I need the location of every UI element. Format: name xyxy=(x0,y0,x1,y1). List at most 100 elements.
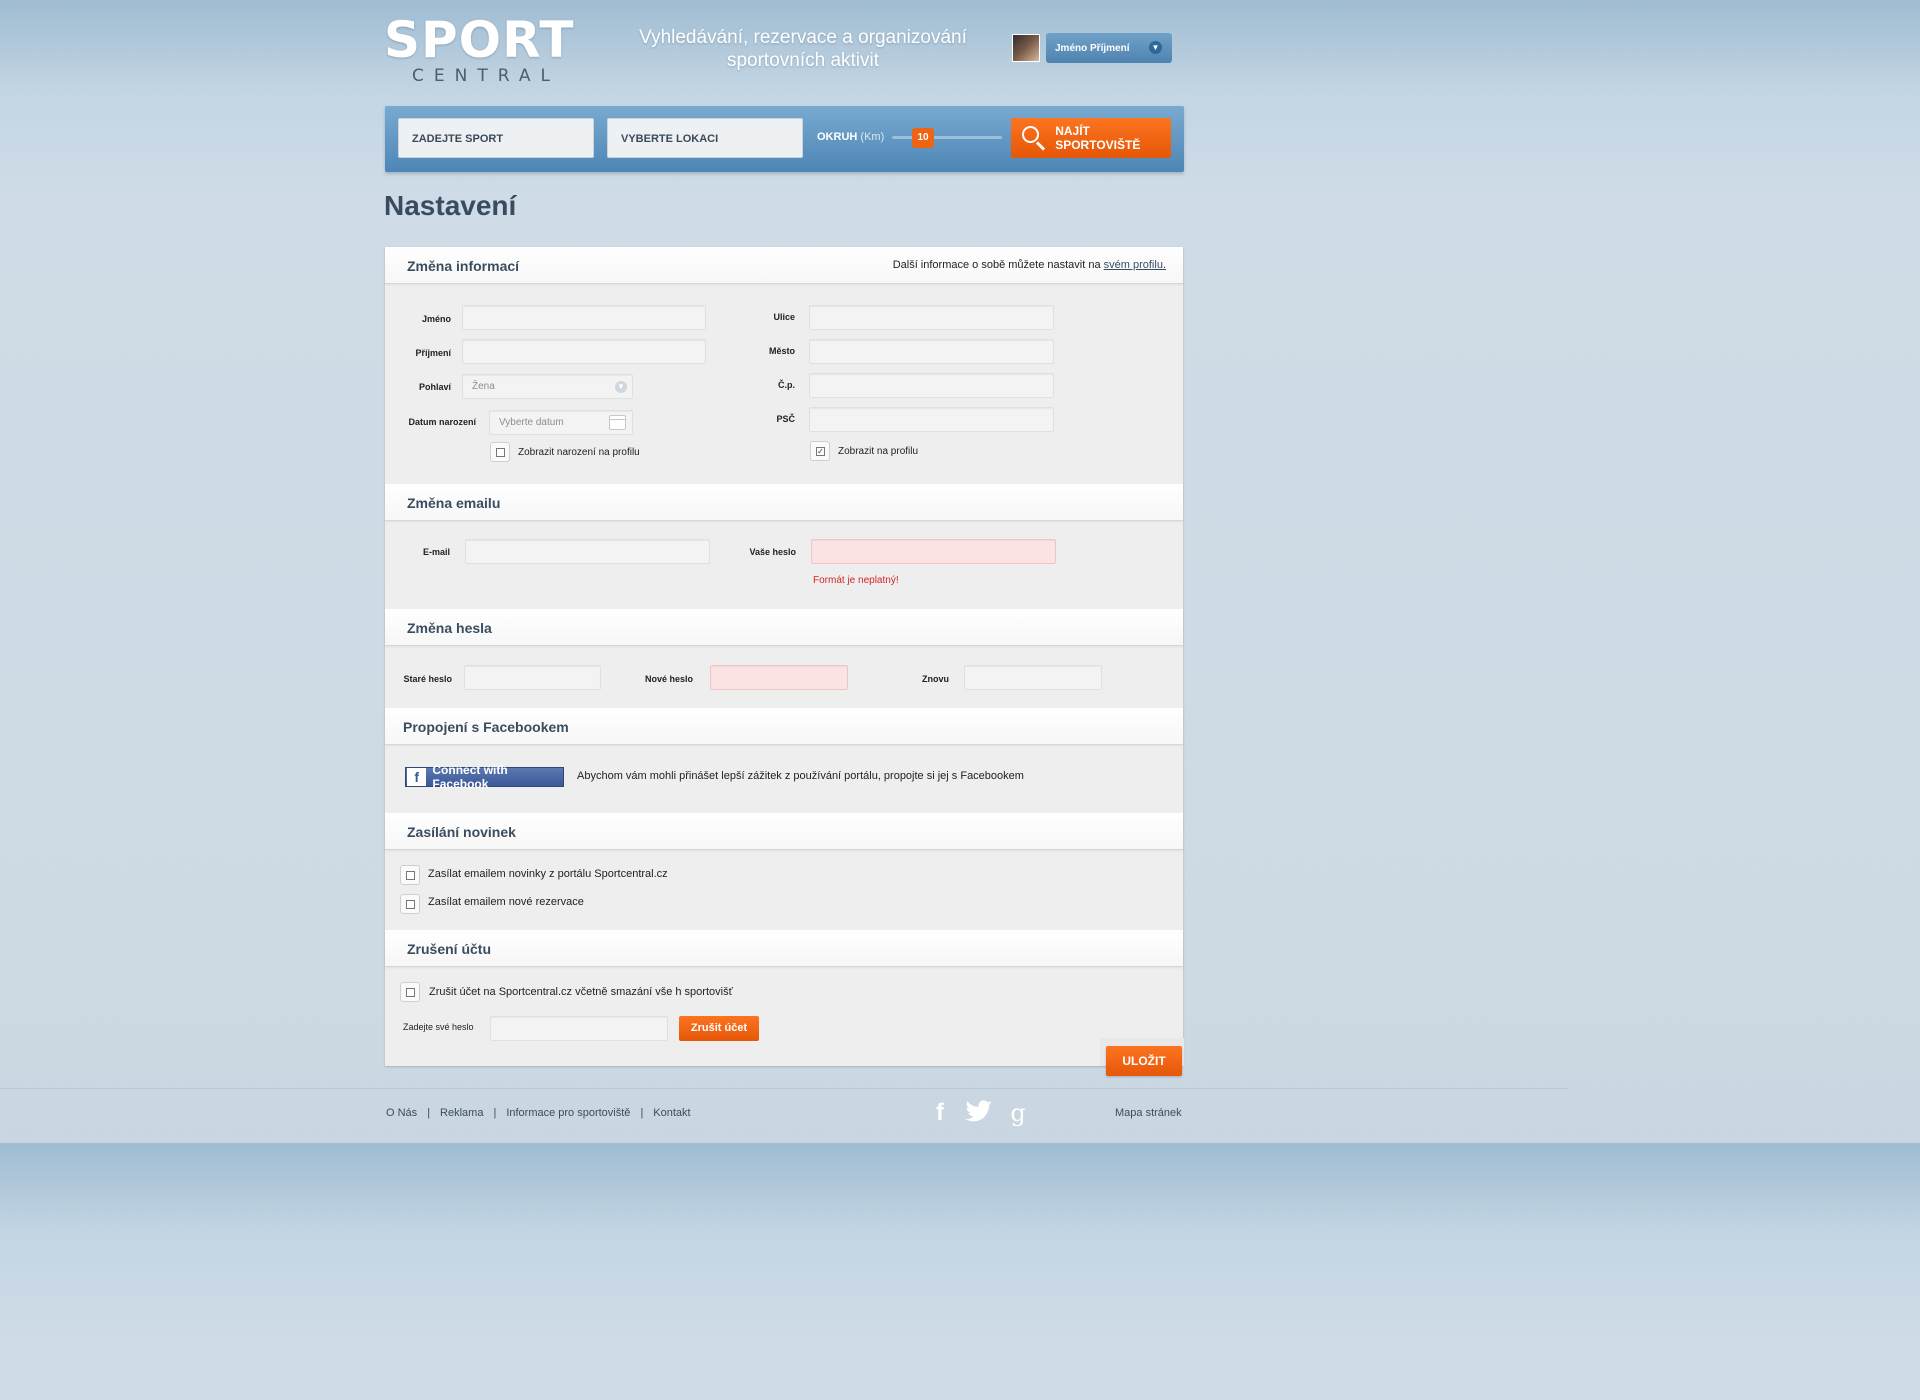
find-venue-button[interactable]: NAJÍT SPORTOVIŠTĚ xyxy=(1011,118,1171,158)
checkbox-box xyxy=(406,871,415,880)
radius-label: OKRUH (Km) xyxy=(817,131,884,143)
facebook-icon: f xyxy=(407,768,427,786)
repeat-password-label: Znovu xyxy=(922,674,949,684)
email-password-label: Vaše heslo xyxy=(749,547,796,557)
page-title: Nastavení xyxy=(384,190,517,221)
section-password-title: Změna hesla xyxy=(407,620,492,636)
find-venue-label: NAJÍT SPORTOVIŠTĚ xyxy=(1055,124,1141,152)
reservations-label: Zasílat emailem nové rezervace xyxy=(428,896,584,908)
new-password-label: Nové heslo xyxy=(644,674,693,684)
zip-field[interactable] xyxy=(809,407,1054,432)
twitter-icon[interactable] xyxy=(963,1100,995,1126)
gender-select[interactable]: Žena ▼ xyxy=(462,374,633,399)
profile-note-text: Další informace o sobě můžete nastavit n… xyxy=(892,259,1101,271)
section-password-header: Změna hesla xyxy=(385,609,1183,646)
footer-separator: | xyxy=(640,1107,644,1119)
section-info-title: Změna informací xyxy=(407,258,520,274)
street-label: Ulice xyxy=(773,312,795,322)
sport-input[interactable]: ZADEJTE SPORT xyxy=(398,118,594,158)
profile-link[interactable]: svém profilu. xyxy=(1104,259,1166,271)
cancel-account-button[interactable]: Zrušit účet xyxy=(679,1016,759,1041)
cancel-account-label: Zrušit účet na Sportcentral.cz včetně sm… xyxy=(429,986,733,998)
section-cancel-title: Zrušení účtu xyxy=(407,941,492,957)
checkbox-box xyxy=(406,900,415,909)
birth-date-label: Datum narození xyxy=(408,417,476,427)
show-profile-checkbox[interactable]: ✓ xyxy=(810,441,830,461)
logo[interactable]: SPORT CENTRAL xyxy=(384,14,574,90)
birth-date-field[interactable]: Vyberte datum xyxy=(489,410,633,435)
footer-divider xyxy=(0,1088,1568,1089)
section-newsletter-title: Zasílání novinek xyxy=(407,824,516,840)
footer-link-contact[interactable]: Kontakt xyxy=(653,1107,690,1119)
tagline: Vyhledávání, rezervace a organizování sp… xyxy=(639,27,967,71)
search-bar: ZADEJTE SPORT VYBERTE LOKACI OKRUH (Km) … xyxy=(385,106,1184,172)
facebook-connect-button[interactable]: f Connect with Facebook xyxy=(405,763,564,791)
search-icon xyxy=(1019,123,1047,153)
footer-separator: | xyxy=(427,1107,431,1119)
city-field[interactable] xyxy=(809,339,1054,364)
email-label: E-mail xyxy=(422,547,450,557)
chevron-down-icon: ▼ xyxy=(615,381,627,393)
section-email-title: Změna emailu xyxy=(407,495,501,511)
section-info-header: Změna informací Další informace o sobě m… xyxy=(385,247,1183,284)
old-password-field[interactable] xyxy=(464,665,601,690)
email-password-field[interactable] xyxy=(811,539,1056,564)
check-icon: ✓ xyxy=(816,447,825,456)
email-field[interactable] xyxy=(465,539,710,564)
birth-date-placeholder: Vyberte datum xyxy=(499,417,564,428)
cancel-password-label: Zadejte své heslo xyxy=(403,1022,474,1032)
radius-unit: (Km) xyxy=(860,131,885,143)
newsletter-checkbox[interactable] xyxy=(400,865,420,885)
house-number-label: Č.p. xyxy=(778,380,795,390)
section-facebook-title: Propojení s Facebookem xyxy=(403,719,569,735)
repeat-password-field[interactable] xyxy=(964,665,1102,690)
email-error-message: Formát je neplatný! xyxy=(813,575,899,586)
radius-slider-track[interactable] xyxy=(892,136,1002,139)
cancel-password-field[interactable] xyxy=(490,1016,668,1041)
user-menu[interactable]: Jméno Příjmení ▼ xyxy=(1012,33,1172,63)
first-name-field[interactable] xyxy=(462,305,706,330)
section-newsletter-header: Zasílání novinek xyxy=(385,813,1183,850)
profile-note: Další informace o sobě můžete nastavit n… xyxy=(893,259,1166,271)
new-password-field[interactable] xyxy=(710,665,848,690)
save-button[interactable]: ULOŽIT xyxy=(1106,1046,1182,1076)
section-cancel-header: Zrušení účtu xyxy=(385,930,1183,967)
old-password-label: Staré heslo xyxy=(403,674,452,684)
footer-link-about[interactable]: O Nás xyxy=(386,1107,417,1119)
sitemap-link[interactable]: Mapa stránek xyxy=(1115,1107,1182,1119)
checkbox-box xyxy=(406,988,415,997)
first-name-label: Jméno xyxy=(421,314,451,324)
footer-link-ads[interactable]: Reklama xyxy=(440,1107,483,1119)
section-facebook-header: Propojení s Facebookem xyxy=(385,708,1183,745)
last-name-label: Příjmení xyxy=(415,348,451,358)
user-menu-button[interactable]: Jméno Příjmení ▼ xyxy=(1046,33,1172,63)
section-email-header: Změna emailu xyxy=(385,484,1183,521)
facebook-description: Abychom vám mohli přinášet lepší zážitek… xyxy=(577,770,1024,782)
avatar[interactable] xyxy=(1012,34,1040,62)
gender-value: Žena xyxy=(472,381,495,392)
reservations-checkbox[interactable] xyxy=(400,894,420,914)
calendar-icon[interactable] xyxy=(609,415,626,430)
logo-sub-text: CENTRAL xyxy=(412,66,560,86)
facebook-connect-label: Connect with Facebook xyxy=(432,763,508,791)
radius-slider-handle[interactable]: 10 xyxy=(912,128,934,148)
radius-label-text: OKRUH xyxy=(817,131,858,143)
settings-panel: Změna informací Další informace o sobě m… xyxy=(385,247,1183,1066)
show-birth-checkbox[interactable] xyxy=(490,442,510,462)
cancel-account-checkbox[interactable] xyxy=(400,982,420,1002)
location-input[interactable]: VYBERTE LOKACI xyxy=(607,118,803,158)
chevron-down-icon: ▼ xyxy=(1149,41,1162,54)
footer-separator: | xyxy=(493,1107,497,1119)
house-number-field[interactable] xyxy=(809,373,1054,398)
footer-link-venues[interactable]: Informace pro sportoviště xyxy=(506,1107,630,1119)
footer-links: O Nás | Reklama | Informace pro sportovi… xyxy=(386,1107,691,1119)
logo-main-text: SPORT xyxy=(384,11,575,69)
last-name-field[interactable] xyxy=(462,339,706,364)
city-label: Město xyxy=(768,346,795,356)
zip-label: PSČ xyxy=(776,414,795,424)
google-icon[interactable]: g xyxy=(1005,1100,1031,1126)
facebook-icon[interactable]: f xyxy=(927,1100,953,1126)
show-profile-label: Zobrazit na profilu xyxy=(838,446,919,457)
street-field[interactable] xyxy=(809,305,1054,330)
newsletter-label: Zasílat emailem novinky z portálu Sportc… xyxy=(428,868,668,880)
